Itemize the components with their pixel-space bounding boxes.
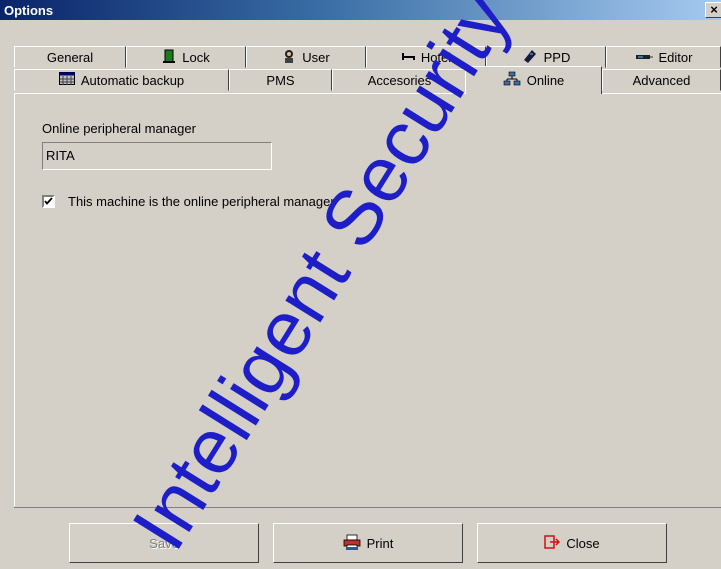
tab-online[interactable]: Online bbox=[465, 66, 602, 94]
tab-label: PMS bbox=[266, 72, 295, 88]
save-button[interactable]: Save bbox=[69, 523, 259, 563]
editor-device-icon bbox=[635, 50, 653, 65]
close-window-button[interactable]: × bbox=[705, 2, 721, 18]
tab-ppd[interactable]: PPD bbox=[486, 46, 606, 68]
tab-label: PPD bbox=[543, 49, 571, 65]
printer-icon bbox=[343, 534, 361, 553]
close-label: Close bbox=[566, 535, 600, 551]
title-bar: Options × bbox=[0, 0, 721, 20]
bed-icon bbox=[401, 50, 415, 65]
tab-label: Online bbox=[526, 73, 565, 88]
tab-editor[interactable]: Editor bbox=[606, 46, 721, 68]
tab-accesories[interactable]: Accesories bbox=[332, 69, 467, 91]
tab-hotel[interactable]: Hotel bbox=[366, 46, 486, 68]
tab-label: Accesories bbox=[367, 72, 432, 88]
tab-advanced[interactable]: Advanced bbox=[602, 69, 721, 91]
network-icon bbox=[503, 71, 521, 90]
save-label: Save bbox=[149, 535, 179, 551]
print-button[interactable]: Print bbox=[273, 523, 463, 563]
tab-label: Lock bbox=[182, 49, 210, 65]
tab-label: User bbox=[302, 49, 330, 65]
tab-pms[interactable]: PMS bbox=[229, 69, 332, 91]
door-icon bbox=[162, 49, 176, 66]
online-manager-checkbox[interactable] bbox=[42, 195, 55, 208]
tab-automatic-backup[interactable]: Automatic backup bbox=[14, 69, 229, 91]
tab-label: Automatic backup bbox=[80, 72, 185, 88]
tab-label: Advanced bbox=[632, 72, 691, 88]
tab-label: General bbox=[46, 49, 94, 65]
calendar-icon bbox=[58, 72, 75, 88]
user-icon bbox=[282, 49, 296, 66]
tab-label: Editor bbox=[658, 49, 693, 65]
online-manager-label: Online peripheral manager bbox=[42, 121, 196, 136]
online-manager-checkbox-label: This machine is the online peripheral ma… bbox=[68, 194, 335, 209]
print-label: Print bbox=[366, 535, 394, 551]
tab-user[interactable]: User bbox=[246, 46, 366, 68]
ppd-device-icon bbox=[522, 48, 538, 67]
tab-label: Hotel bbox=[420, 49, 452, 65]
exit-icon bbox=[544, 534, 561, 553]
window-title: Options bbox=[4, 3, 54, 18]
online-manager-field[interactable]: RITA bbox=[42, 142, 272, 170]
checkmark-icon bbox=[44, 197, 53, 205]
close-button[interactable]: Close bbox=[477, 523, 667, 563]
tab-lock[interactable]: Lock bbox=[126, 46, 246, 68]
tab-general[interactable]: General bbox=[14, 46, 126, 68]
